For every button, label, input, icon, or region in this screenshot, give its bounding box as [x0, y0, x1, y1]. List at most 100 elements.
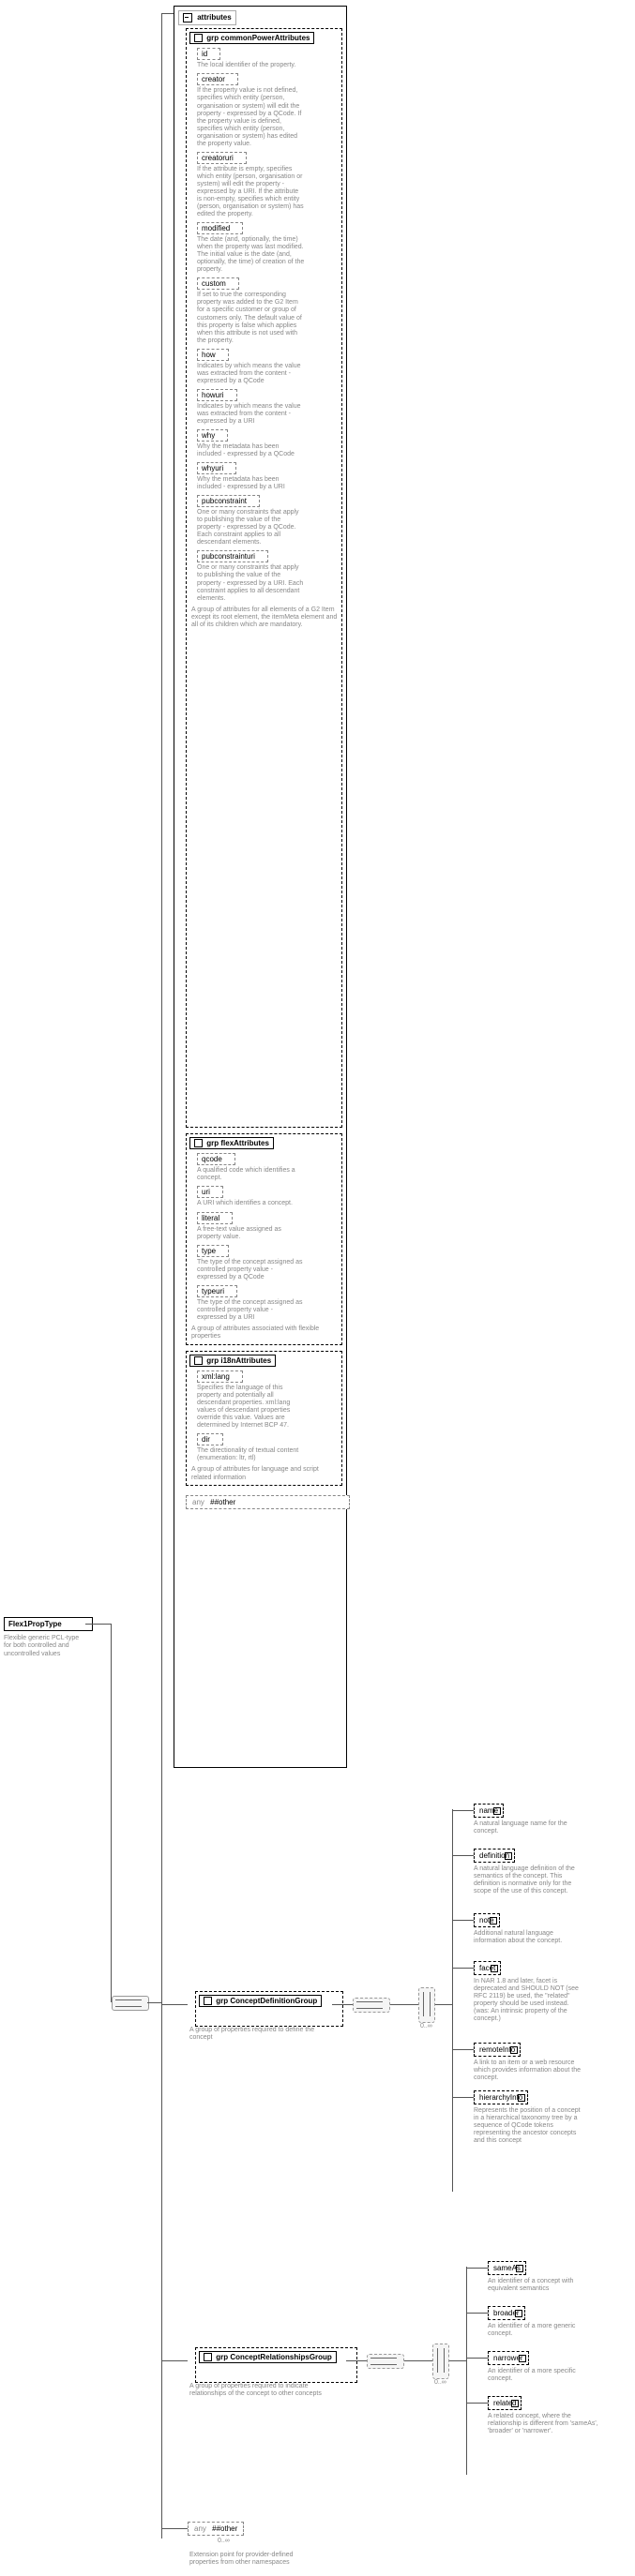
element-desc: An identifier of a more specific concept… [488, 2368, 600, 2383]
attribute-type: type [197, 1245, 229, 1257]
attribute-desc: Why the metadata has been included - exp… [197, 443, 305, 458]
attributes-label: attributes [197, 13, 231, 22]
attribute-id: id [197, 48, 220, 60]
grp-name: flexAttributes [220, 1139, 269, 1147]
attribute-uri: uri [197, 1186, 223, 1198]
attribute-xmllang: xml:lang [197, 1370, 243, 1383]
grp-title: grp ConceptRelationshipsGroup [199, 2351, 337, 2363]
connector [452, 1810, 474, 1811]
attribute-desc: The type of the concept assigned as cont… [197, 1299, 305, 1322]
connector [404, 2360, 432, 2361]
connector [161, 2004, 188, 2005]
element-desc: A related concept, where the relationshi… [488, 2413, 600, 2435]
element-note: note [474, 1913, 500, 1927]
grp-title: grp ConceptDefinitionGroup [199, 1995, 322, 2007]
attribute-desc: The directionality of textual content (e… [197, 1447, 305, 1462]
attribute-desc: If the property value is not defined, sp… [197, 87, 305, 147]
sequence-marker [367, 2354, 404, 2369]
attribute-creator: creator [197, 73, 238, 85]
element-name: name [474, 1804, 504, 1818]
connector [435, 2004, 452, 2005]
attribute-qcode: qcode [197, 1153, 235, 1165]
attribute-pubconstrainturi: pubconstrainturi [197, 550, 268, 562]
element-desc: An identifier of a concept with equivale… [488, 2278, 600, 2293]
attribute-desc: The date (and, optionally, the time) whe… [197, 236, 305, 274]
element-definition: definition [474, 1849, 515, 1863]
grp-desc: A group of attributes for all elements o… [191, 607, 339, 630]
root-type-name: Flex1PropType [8, 1620, 62, 1628]
connector [452, 1968, 474, 1969]
element-broader: broader [488, 2306, 525, 2320]
attribute-desc: A free-text value assigned as property v… [197, 1226, 305, 1241]
sequence-marker [353, 1998, 390, 2013]
attribute-desc: A qualified code which identifies a conc… [197, 1167, 305, 1182]
connector [452, 1920, 474, 1921]
element-desc: Additional natural language information … [474, 1930, 586, 1945]
attribute-modified: modified [197, 222, 243, 234]
connector [466, 2313, 488, 2314]
attribute-howuri: howuri [197, 389, 237, 401]
grp-prefix: grp [216, 2353, 228, 2361]
grp-desc: A group of properties required to define… [189, 2027, 330, 2043]
connector [332, 2004, 353, 2005]
grp-icon [204, 2353, 212, 2361]
element-hierarchyinfo: hierarchyInfo [474, 2090, 528, 2104]
grp-name: i18nAttributes [220, 1356, 271, 1365]
any-label: any [192, 1498, 204, 1506]
connector [466, 2403, 488, 2404]
grp-flexattributes: grp flexAttributes qcodeA qualified code… [186, 1133, 342, 1345]
grp-desc: A group of properties required to indica… [189, 2383, 344, 2399]
grp-icon [194, 34, 203, 42]
attribute-desc: If set to true the corresponding propert… [197, 292, 305, 344]
attribute-typeuri: typeuri [197, 1285, 237, 1297]
grp-icon [204, 1997, 212, 2005]
attribute-desc: Why the metadata has been included - exp… [197, 476, 305, 491]
connector [161, 2528, 188, 2529]
element-desc: A natural language name for the concept. [474, 1820, 586, 1835]
attribute-custom: custom [197, 277, 239, 290]
connector [452, 1855, 474, 1856]
element-desc: Represents the position of a concept in … [474, 2107, 586, 2145]
grp-icon [194, 1356, 203, 1365]
sequence-marker [112, 1996, 149, 2011]
attribute-desc: One or many constraints that apply to pu… [197, 509, 305, 547]
grp-prefix: grp [216, 1997, 228, 2005]
attribute-how: how [197, 349, 229, 361]
choice-marker [432, 2344, 449, 2379]
any-label: any [194, 2524, 206, 2533]
connector [346, 2360, 367, 2361]
element-remoteinfo: remoteInfo [474, 2043, 521, 2057]
any-element: any ##other [188, 2522, 244, 2536]
panel-icon [183, 13, 192, 22]
attributes-panel: attributes grp commonPowerAttributes idT… [174, 6, 347, 1768]
attribute-why: why [197, 429, 228, 442]
choice-marker [418, 1987, 435, 2023]
grp-conceptrelationshipsgroup: grp ConceptRelationshipsGroup [195, 2347, 357, 2383]
grp-desc: A group of attributes for language and s… [191, 1466, 339, 1482]
connector [85, 1624, 112, 1625]
connector [161, 2360, 188, 2361]
grp-prefix: grp [206, 1356, 219, 1365]
element-desc: A natural language definition of the sem… [474, 1865, 586, 1895]
element-facet: facet [474, 1961, 501, 1975]
grp-name: commonPowerAttributes [220, 34, 310, 42]
connector [161, 13, 162, 2539]
connector [147, 2002, 162, 2003]
grp-conceptdefinitiongroup: grp ConceptDefinitionGroup [195, 1991, 343, 2027]
grp-i18nattributes: grp i18nAttributes xml:langSpecifies the… [186, 1351, 342, 1487]
attribute-desc: If the attribute is empty, specifies whi… [197, 166, 305, 218]
connector [466, 2268, 488, 2269]
element-desc: An identifier of a more generic concept. [488, 2323, 600, 2338]
connector [452, 2097, 474, 2098]
attribute-desc: A URI which identifies a concept. [197, 1200, 305, 1207]
any-value: ##other [212, 2524, 237, 2533]
attribute-dir: dir [197, 1433, 223, 1445]
attribute-whyuri: whyuri [197, 462, 236, 474]
connector [466, 2358, 488, 2359]
grp-commonpowerattributes: grp commonPowerAttributes idThe local id… [186, 28, 342, 1128]
any-attribute: any ##other [186, 1495, 350, 1509]
grp-icon [194, 1139, 203, 1147]
connector [452, 1809, 453, 2192]
connector [466, 2267, 467, 2475]
connector [452, 2049, 474, 2050]
